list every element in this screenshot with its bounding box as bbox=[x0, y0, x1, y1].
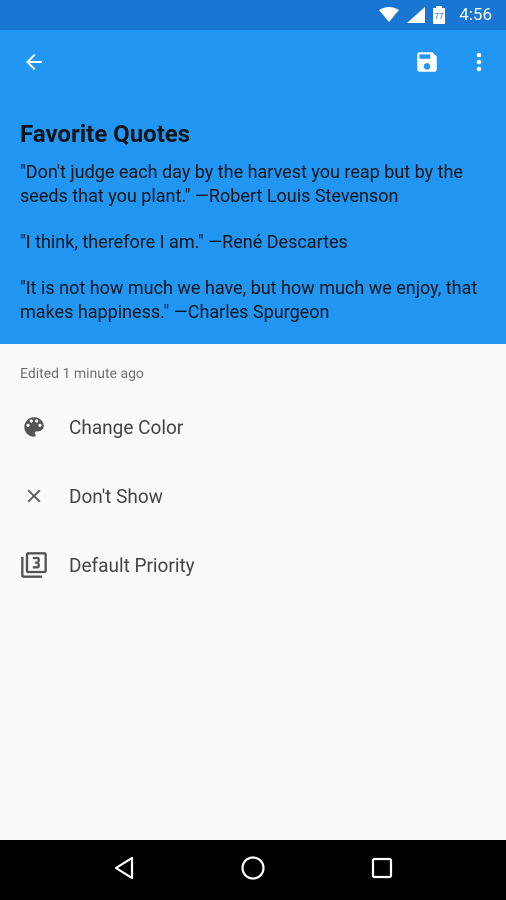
back-button[interactable] bbox=[12, 42, 56, 86]
note-header: Favorite Quotes "Don't judge each day by… bbox=[0, 30, 506, 344]
save-icon bbox=[414, 49, 440, 79]
note-title[interactable]: Favorite Quotes bbox=[20, 120, 190, 148]
signal-icon bbox=[407, 7, 426, 23]
triangle-back-icon bbox=[113, 856, 135, 884]
square-recents-icon bbox=[371, 857, 393, 883]
note-options-sheet: Edited 1 minute ago Change Color Don't S… bbox=[0, 344, 506, 840]
note-body[interactable]: "Don't judge each day by the harvest you… bbox=[20, 161, 490, 347]
more-vert-icon bbox=[475, 50, 483, 78]
close-icon bbox=[20, 482, 48, 510]
arrow-left-icon bbox=[22, 50, 46, 78]
change-color-item[interactable]: Change Color bbox=[0, 397, 506, 457]
nav-back-button[interactable] bbox=[100, 846, 148, 894]
status-time: 4:56 bbox=[459, 5, 492, 25]
default-priority-item[interactable]: Default Priority bbox=[0, 535, 506, 595]
save-button[interactable] bbox=[405, 42, 449, 86]
default-priority-label: Default Priority bbox=[69, 553, 195, 577]
note-paragraph: "It is not how much we have, but how muc… bbox=[20, 278, 478, 323]
svg-text:77: 77 bbox=[435, 12, 444, 21]
navigation-bar bbox=[0, 840, 506, 900]
edited-timestamp: Edited 1 minute ago bbox=[20, 366, 144, 382]
priority-3-icon bbox=[20, 551, 48, 579]
circle-home-icon bbox=[240, 855, 266, 885]
nav-home-button[interactable] bbox=[229, 846, 277, 894]
toolbar bbox=[0, 30, 506, 98]
nav-recents-button[interactable] bbox=[358, 846, 406, 894]
status-bar: 77 4:56 bbox=[0, 0, 506, 30]
dont-show-label: Don't Show bbox=[69, 484, 163, 508]
note-paragraph: "I think, therefore I am." —René Descart… bbox=[20, 232, 348, 253]
battery-icon: 77 bbox=[433, 6, 446, 24]
palette-icon bbox=[20, 413, 48, 441]
change-color-label: Change Color bbox=[69, 415, 184, 439]
dont-show-item[interactable]: Don't Show bbox=[0, 466, 506, 526]
more-options-button[interactable] bbox=[457, 42, 501, 86]
note-paragraph: "Don't judge each day by the harvest you… bbox=[20, 162, 463, 207]
wifi-icon bbox=[379, 7, 400, 23]
